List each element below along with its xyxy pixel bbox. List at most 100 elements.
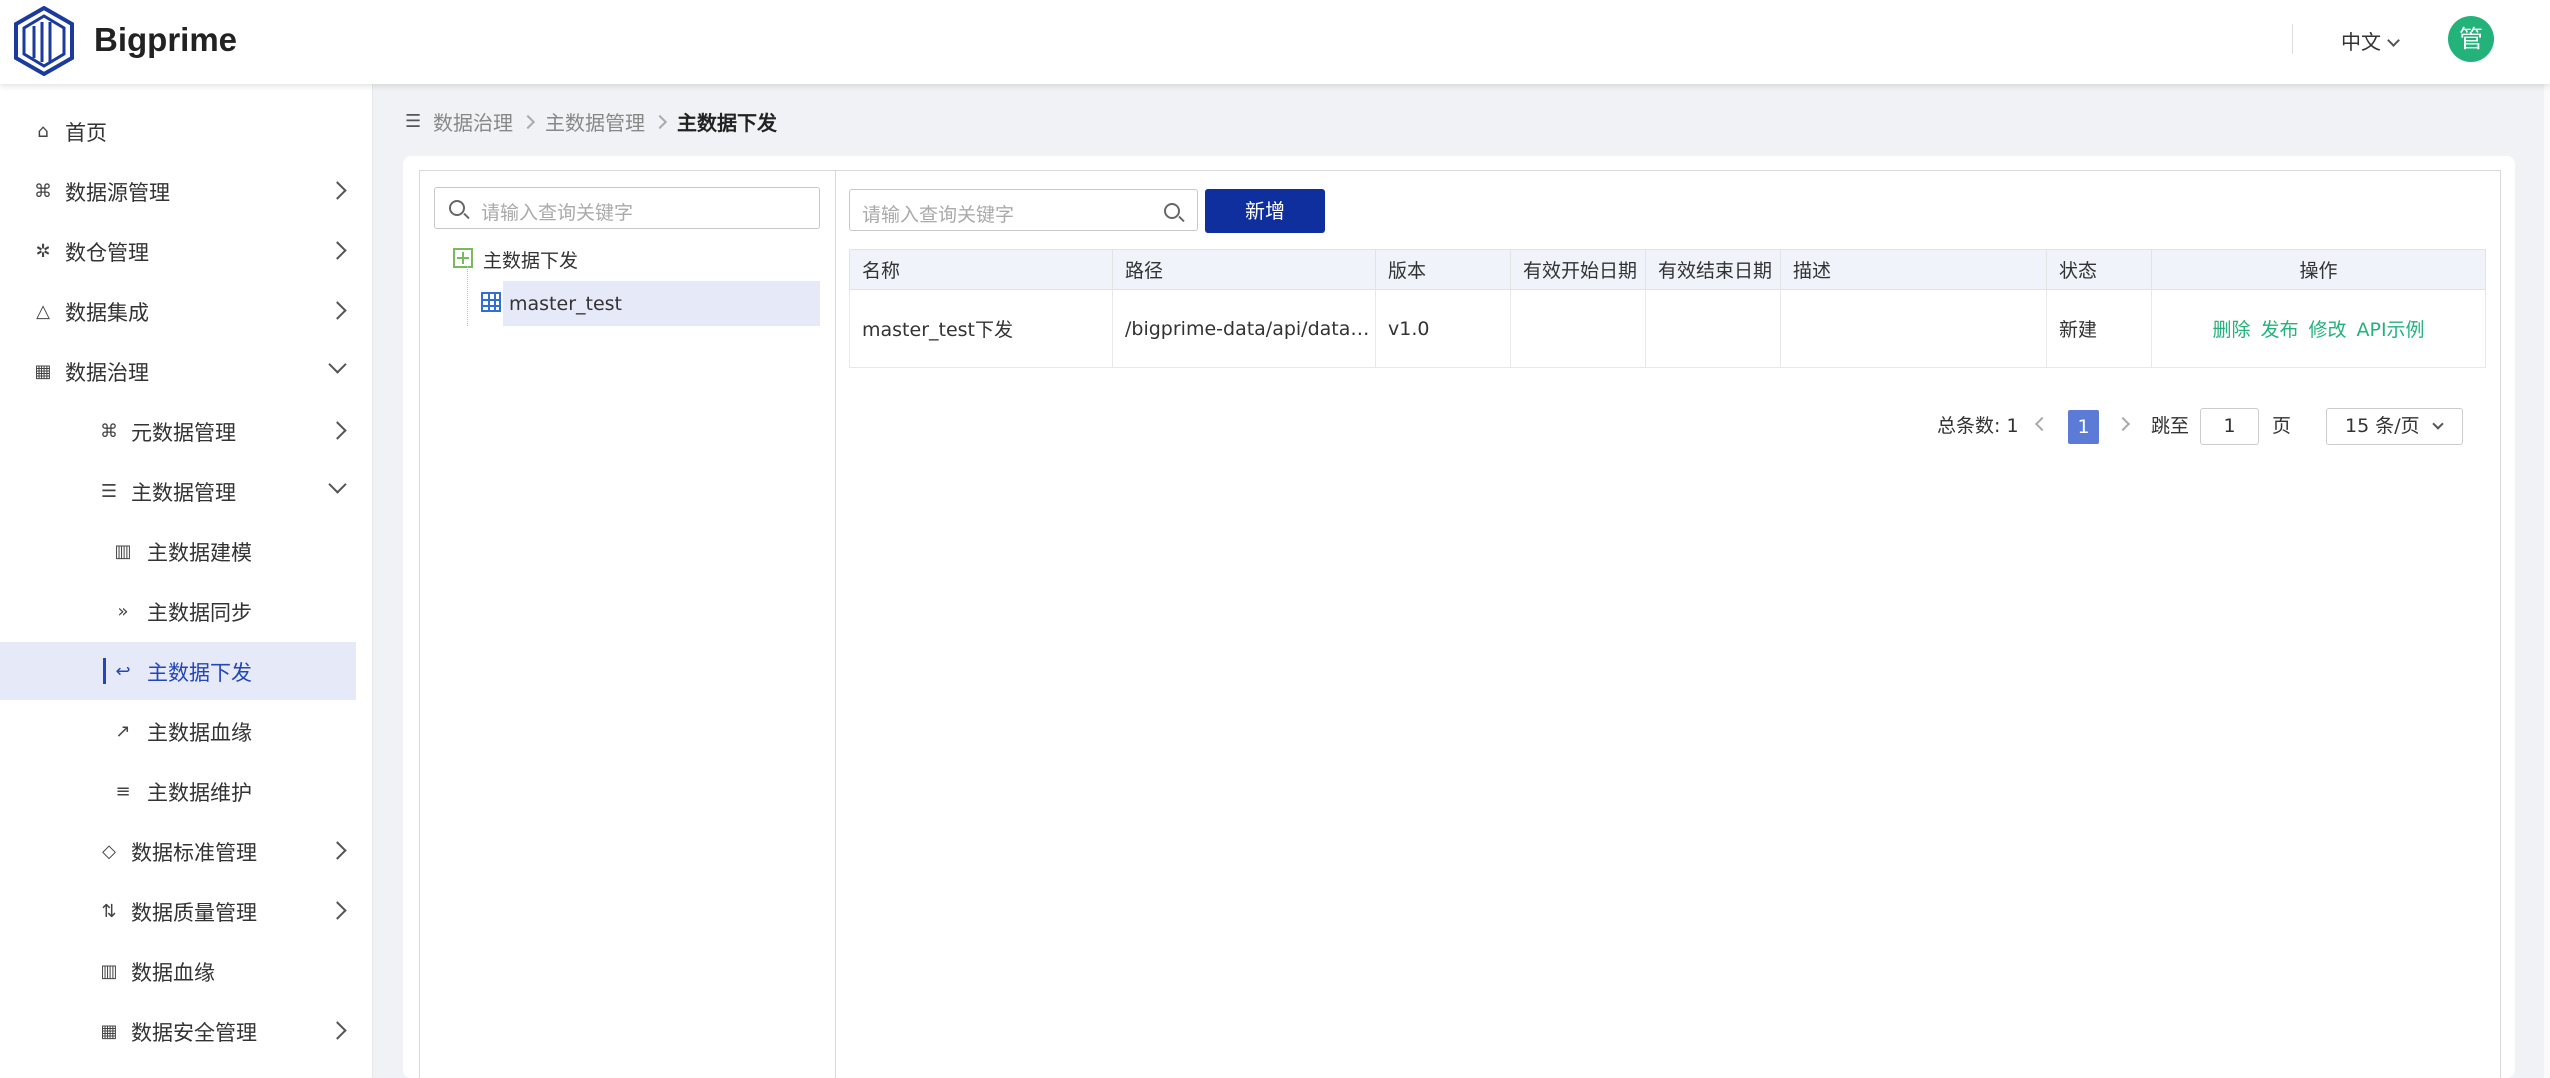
- sidebar-item-governance[interactable]: ▦ 数据治理: [0, 342, 356, 400]
- chevron-right-icon: [328, 841, 347, 860]
- sidebar-item-label: 数据集成: [65, 301, 149, 325]
- governance-icon: ▦: [34, 361, 52, 382]
- column-header-status: 状态: [2046, 249, 2152, 290]
- chevron-down-icon: [2432, 418, 2444, 430]
- tree-search-placeholder: 请输入查询关键字: [481, 202, 634, 224]
- active-indicator: [103, 658, 106, 684]
- reply-icon: ↩: [115, 661, 131, 682]
- column-header-end-date: 有效结束日期: [1645, 249, 1781, 290]
- sidebar-item-datasource[interactable]: ⌘ 数据源管理: [0, 162, 356, 220]
- table-row: master_test下发 /bigprime-data/api/data-se…: [849, 289, 2486, 368]
- add-button[interactable]: 新增: [1205, 189, 1325, 233]
- api-example-link[interactable]: API示例: [2356, 319, 2424, 341]
- sidebar-item-master-distribute[interactable]: ↩ 主数据下发: [0, 642, 356, 700]
- table-search-input[interactable]: 请输入查询关键字: [849, 189, 1198, 231]
- language-switcher[interactable]: 中文: [2341, 26, 2400, 55]
- sidebar-item-master-maintain[interactable]: ≡ 主数据维护: [0, 762, 356, 820]
- delete-link[interactable]: 删除: [2212, 319, 2250, 341]
- search-icon[interactable]: [1164, 203, 1180, 219]
- sidebar-item-data-security[interactable]: ▦ 数据安全管理: [0, 1002, 356, 1060]
- tree-connector: [467, 266, 468, 326]
- table-search-placeholder: 请输入查询关键字: [862, 204, 1015, 226]
- warehouse-icon: ✲: [35, 241, 51, 262]
- sidebar-item-label: 数据质量管理: [131, 901, 257, 925]
- sidebar-item-data-lineage[interactable]: ▥ 数据血缘: [0, 942, 356, 1000]
- page-number-current[interactable]: 1: [2068, 410, 2099, 444]
- sort-icon: ⇅: [101, 901, 117, 922]
- pagination-total: 总条数: 1: [1937, 411, 2019, 438]
- tree-search-input[interactable]: 请输入查询关键字: [434, 187, 820, 229]
- sidebar-item-label: 主数据维护: [147, 781, 252, 805]
- content-frame: 请输入查询关键字 主数据下发 master_test 请输入查询关键字 新增 名…: [419, 170, 2501, 1078]
- language-label: 中文: [2341, 30, 2381, 54]
- search-icon: [449, 200, 465, 216]
- folder-add-icon: [453, 248, 473, 268]
- sidebar-item-data-standard[interactable]: ◇ 数据标准管理: [0, 822, 356, 880]
- chevron-right-icon: [328, 1021, 347, 1040]
- chevron-down-icon: [2387, 34, 2400, 47]
- column-header-description: 描述: [1780, 249, 2047, 290]
- sidebar-item-warehouse[interactable]: ✲ 数仓管理: [0, 222, 356, 280]
- sidebar-item-data-quality[interactable]: ⇅ 数据质量管理: [0, 882, 356, 940]
- sidebar-item-metadata[interactable]: ⌘ 元数据管理: [0, 402, 356, 460]
- sidebar-item-label: 主数据同步: [147, 601, 252, 625]
- metadata-icon: ⌘: [100, 421, 118, 442]
- user-avatar[interactable]: 管: [2448, 16, 2494, 62]
- bigprime-logo-icon[interactable]: [12, 6, 76, 76]
- page-unit-label: 页: [2272, 415, 2292, 437]
- sidebar-item-label: 主数据下发: [147, 661, 252, 685]
- tree-pane: 请输入查询关键字 主数据下发 master_test: [420, 171, 836, 1078]
- menu-indent-icon[interactable]: ☰: [405, 111, 423, 132]
- chevron-down-icon: [328, 475, 347, 494]
- tree-root-node[interactable]: 主数据下发: [483, 246, 578, 273]
- chevron-right-icon: [652, 114, 668, 129]
- page-size-select[interactable]: 15 条/页: [2326, 408, 2463, 445]
- sidebar-item-label: 主数据管理: [131, 481, 236, 505]
- brand-name: Bigprime: [94, 21, 238, 58]
- cell-description: [1780, 289, 2047, 368]
- sidebar-item-label: 数仓管理: [65, 241, 149, 265]
- bar-chart-icon: ▥: [114, 541, 132, 562]
- eraser-icon: ◇: [102, 841, 116, 862]
- breadcrumb: ☰ 数据治理 主数据管理 主数据下发: [405, 107, 777, 136]
- sidebar-item-master-data[interactable]: ☰ 主数据管理: [0, 462, 356, 520]
- goto-label: 跳至: [2151, 415, 2190, 437]
- integration-icon: △: [36, 301, 50, 322]
- chevron-right-icon: [328, 901, 347, 920]
- sidebar-item-integration[interactable]: △ 数据集成: [0, 282, 356, 340]
- chevron-right-icon: [328, 241, 347, 260]
- sidebar-item-label: 元数据管理: [131, 421, 236, 445]
- chevron-right-icon: [328, 421, 347, 440]
- column-header-actions: 操作: [2151, 249, 2486, 290]
- goto-page-input[interactable]: 1: [2200, 408, 2259, 445]
- line-chart-icon: ↗: [115, 721, 131, 742]
- sidebar-item-label: 主数据血缘: [147, 721, 252, 745]
- breadcrumb-item-master-data[interactable]: 主数据管理: [545, 111, 645, 135]
- bar-chart-icon: ▥: [100, 961, 118, 982]
- sidebar-item-home[interactable]: ⌂ 首页: [0, 102, 356, 160]
- sidebar-item-label: 数据标准管理: [131, 841, 257, 865]
- sidebar-item-master-modeling[interactable]: ▥ 主数据建模: [0, 522, 356, 580]
- breadcrumb-current: 主数据下发: [677, 111, 777, 135]
- sidebar: ⌂ 首页 ⌘ 数据源管理 ✲ 数仓管理 △ 数据集成 ▦ 数据治理 ⌘ 元数据管理 ☰ 主数据管理 ▥ 主数据…: [0, 84, 372, 1078]
- next-page-icon[interactable]: [2115, 416, 2131, 432]
- prev-page-icon[interactable]: [2034, 416, 2050, 432]
- sidebar-item-master-sync[interactable]: » 主数据同步: [0, 582, 356, 640]
- cell-status: 新建: [2046, 289, 2152, 368]
- publish-link[interactable]: 发布: [2260, 319, 2298, 341]
- sidebar-item-master-lineage[interactable]: ↗ 主数据血缘: [0, 702, 356, 760]
- sidebar-item-label: 数据治理: [65, 361, 149, 385]
- list-icon: ≡: [115, 781, 131, 802]
- chevron-down-icon: [328, 355, 347, 374]
- data-table: 名称 路径 版本 有效开始日期 有效结束日期 描述 状态 操作 master_t…: [849, 249, 2486, 368]
- breadcrumb-item-governance[interactable]: 数据治理: [433, 111, 513, 135]
- edit-link[interactable]: 修改: [2308, 319, 2346, 341]
- chevron-right-icon: [328, 301, 347, 320]
- cell-name: master_test下发: [849, 289, 1113, 368]
- sidebar-item-label: 首页: [65, 121, 107, 145]
- cell-end-date: [1645, 289, 1781, 368]
- window-scrollbar[interactable]: [2544, 0, 2550, 1078]
- sliders-icon: ☰: [100, 481, 118, 502]
- tree-child-node[interactable]: master_test: [509, 293, 622, 315]
- cell-version: v1.0: [1375, 289, 1511, 368]
